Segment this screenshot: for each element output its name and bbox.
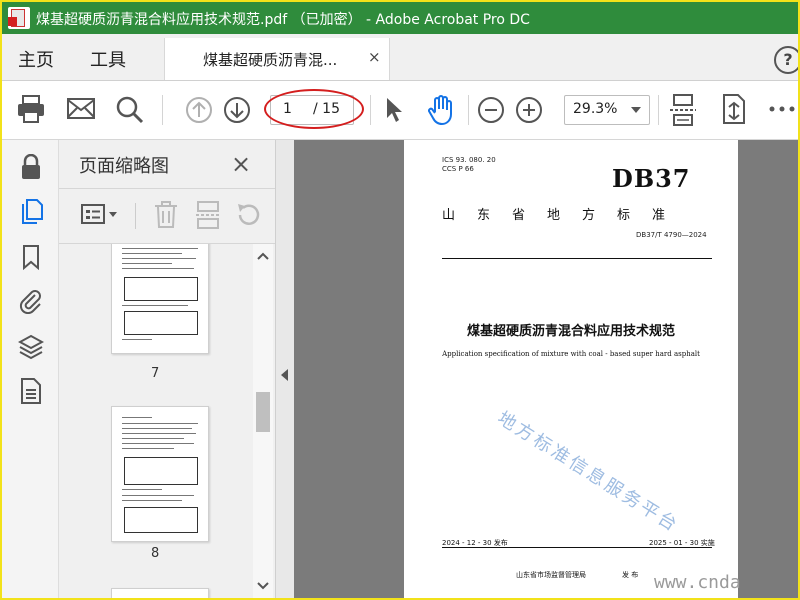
bookmark-icon[interactable]	[18, 244, 44, 270]
standard-code: DB37/T 4790—2024	[636, 231, 707, 239]
thumbnail-scrollbar[interactable]	[253, 244, 273, 598]
total-pages-label: / 15	[313, 101, 340, 117]
publish-verb: 发 布	[622, 571, 639, 579]
hand-tool-icon[interactable]	[426, 94, 456, 126]
toolbar-separator	[658, 95, 659, 125]
app-window: 煤基超硬质沥青混合料应用技术规范.pdf （已加密） - Adobe Acrob…	[0, 0, 800, 600]
toolbar-separator	[468, 95, 469, 125]
divider-line	[442, 258, 712, 259]
help-button[interactable]: ?	[774, 46, 798, 74]
document-title: 煤基超硬质沥青混合料应用技术规范	[466, 324, 675, 339]
scroll-up-icon[interactable]	[257, 252, 269, 260]
document-view[interactable]: ICS 93. 080. 20 CCS P 66 DB37 山东省地方标准 DB…	[276, 140, 798, 598]
attachment-icon[interactable]	[18, 288, 44, 314]
main-toolbar: 1 / 15 29.3%	[2, 81, 798, 140]
print-icon[interactable]	[16, 95, 46, 123]
window-title: 煤基超硬质沥青混合料应用技术规范.pdf （已加密） - Adobe Acrob…	[36, 12, 530, 28]
more-icon[interactable]	[768, 105, 796, 113]
rotate-icon[interactable]	[720, 93, 748, 127]
page-number-field[interactable]: 1 / 15	[270, 95, 354, 125]
zoom-in-icon[interactable]	[514, 95, 544, 125]
thumbnail-page-number: 7	[151, 366, 160, 381]
current-page-input[interactable]: 1	[283, 101, 292, 117]
pdf-page: ICS 93. 080. 20 CCS P 66 DB37 山东省地方标准 DB…	[404, 140, 738, 598]
pages-icon[interactable]	[18, 198, 44, 224]
zoom-select[interactable]: 29.3%	[564, 95, 650, 125]
fit-page-icon[interactable]	[668, 93, 698, 127]
thumbnail-list: 7 8	[59, 244, 255, 598]
zoom-out-icon[interactable]	[476, 95, 506, 125]
standard-type: 山东省地方标准	[442, 208, 688, 223]
chevron-down-icon	[631, 107, 641, 113]
db-mark: DB37	[612, 164, 691, 193]
panel-toolbar	[59, 188, 275, 244]
document-properties-icon[interactable]	[18, 378, 44, 404]
watermark-text: 地方标准信息服务平台	[493, 407, 683, 537]
panel-title: 页面缩略图	[79, 156, 169, 177]
site-watermark: www.cnda	[654, 572, 741, 593]
page-down-icon[interactable]	[222, 95, 252, 125]
select-cursor-icon[interactable]	[384, 96, 406, 124]
tab-document[interactable]: 煤基超硬质沥青混... ×	[164, 38, 390, 80]
tab-tools[interactable]: 工具	[90, 46, 126, 72]
panel-separator	[135, 203, 136, 229]
search-icon[interactable]	[115, 95, 145, 125]
tab-document-label: 煤基超硬质沥青混...	[203, 51, 338, 69]
tab-close-button[interactable]: ×	[368, 48, 381, 66]
panel-close-button[interactable]: ×	[231, 150, 251, 178]
page-thumbnail[interactable]	[111, 588, 209, 598]
rotate-page-icon[interactable]	[235, 201, 263, 229]
toolbar-separator	[162, 95, 163, 125]
lock-icon[interactable]	[18, 154, 44, 180]
divider-line	[442, 547, 712, 548]
page-thumbnails-panel: 页面缩略图 × 7 8	[59, 140, 276, 598]
email-icon[interactable]	[66, 97, 96, 121]
title-bar: 煤基超硬质沥青混合料应用技术规范.pdf （已加密） - Adobe Acrob…	[2, 2, 798, 34]
extract-page-icon[interactable]	[195, 201, 221, 229]
document-subtitle: Application specification of mixture wit…	[442, 350, 700, 358]
toolbar-separator	[370, 95, 371, 125]
thumbnail-page-number: 8	[151, 546, 160, 561]
chevron-left-icon	[281, 369, 288, 381]
ccs-code: CCS P 66	[442, 165, 474, 173]
tab-bar: 主页 工具 煤基超硬质沥青混... × ?	[2, 34, 798, 81]
acrobat-app-icon	[8, 7, 30, 29]
zoom-value: 29.3%	[573, 101, 618, 117]
ics-code: ICS 93. 080. 20	[442, 156, 496, 164]
scroll-down-icon[interactable]	[257, 582, 269, 590]
panel-collapse-handle[interactable]	[276, 140, 294, 598]
page-thumbnail[interactable]	[111, 244, 209, 354]
page-up-icon[interactable]	[184, 95, 214, 125]
layers-icon[interactable]	[18, 334, 44, 360]
page-thumbnail[interactable]	[111, 406, 209, 542]
tab-home[interactable]: 主页	[18, 46, 54, 72]
thumbnail-options-icon[interactable]	[81, 203, 121, 227]
navigation-rail	[2, 140, 59, 598]
publisher: 山东省市场监督管理局	[516, 571, 586, 579]
delete-icon[interactable]	[153, 201, 179, 229]
scrollbar-thumb[interactable]	[256, 392, 270, 432]
